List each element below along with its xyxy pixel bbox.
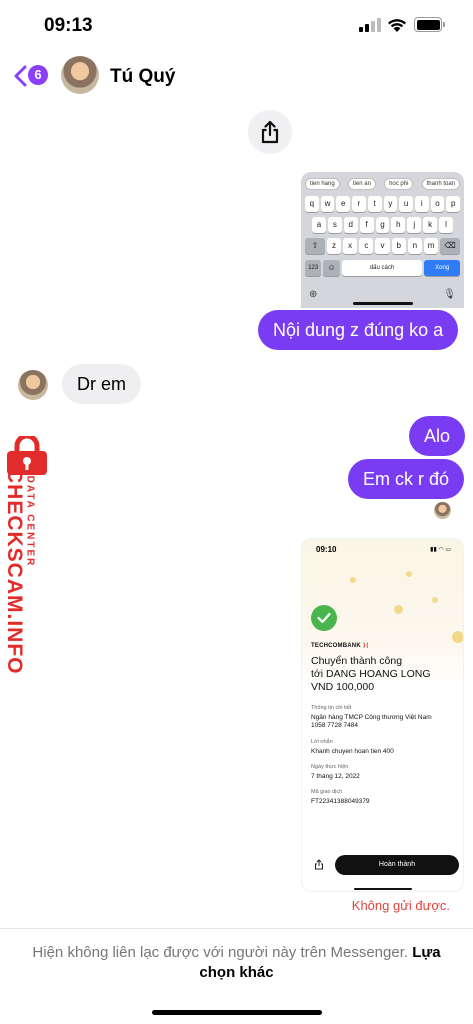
receipt-status-icons: ▮▮ ◠ ▭ — [430, 547, 451, 553]
transfer-receipt-image[interactable]: 09:10 ▮▮ ◠ ▭ TECHCOMBANK ⟩⟨ Chuyển thành … — [301, 538, 464, 892]
battery-tip — [443, 22, 445, 27]
contact-name[interactable]: Tú Quý — [110, 66, 175, 88]
key: n — [407, 238, 422, 254]
microphone-icon: 🎙 — [443, 288, 456, 300]
key: c — [359, 238, 374, 254]
watermark-title: CHECKSCAM.INFO — [3, 468, 26, 675]
outgoing-message[interactable]: Em ck r đó — [348, 459, 465, 499]
share-button[interactable] — [248, 110, 292, 154]
wifi-icon — [388, 19, 406, 32]
share-icon — [261, 120, 279, 144]
notice-text: Hiện không liên lạc được với người này t… — [32, 944, 409, 961]
keyboard-screenshot-image[interactable]: tien hang tien an hoc phi thanh toan q w… — [301, 172, 464, 308]
receipt-done-button: Hoàn thành — [335, 855, 459, 875]
unavailable-notice: Hiện không liên lạc được với người này t… — [20, 943, 453, 983]
txn-label: Mã giao dịch — [311, 789, 343, 795]
back-chevron-icon[interactable] — [12, 64, 28, 88]
suggestion-chip: thanh toan — [421, 178, 460, 190]
emoji-key-icon: ☺ — [323, 260, 340, 276]
key: g — [375, 217, 390, 233]
status-bar: 09:13 — [0, 0, 473, 50]
unread-count-badge[interactable]: 6 — [28, 65, 48, 85]
incoming-message[interactable]: Dr em — [62, 364, 141, 404]
key: z — [326, 238, 342, 254]
key: s — [327, 217, 342, 233]
key: b — [391, 238, 406, 254]
key: o — [430, 196, 445, 212]
outgoing-message[interactable]: Alo — [409, 416, 466, 456]
checkscam-watermark: DATA CENTER CHECKSCAM.INFO — [2, 436, 52, 675]
globe-icon: ⊕ — [309, 288, 318, 300]
key: i — [414, 196, 429, 212]
send-failed-status[interactable]: Không gửi được. — [352, 898, 450, 913]
receipt-share-icon — [315, 859, 323, 870]
backspace-key-icon: ⌫ — [440, 238, 461, 254]
keyboard-row-4: 123 ☺ dấu cách Xong — [305, 260, 460, 276]
key: k — [423, 217, 438, 233]
watermark-subtitle: DATA CENTER — [24, 475, 36, 568]
receipt-home-indicator — [354, 888, 412, 890]
key: t — [367, 196, 382, 212]
key: v — [375, 238, 390, 254]
key: a — [312, 217, 326, 233]
keyboard-row-2: a s d f g h j k l — [312, 217, 454, 233]
key: q — [305, 196, 319, 212]
status-time: 09:13 — [44, 15, 93, 36]
keyboard-suggestions: tien hang tien an hoc phi thanh toan — [305, 178, 460, 190]
suggestion-chip: tien an — [347, 178, 376, 190]
receipt-status-time: 09:10 — [316, 545, 337, 554]
details-label: Thông tin chi tiết — [311, 705, 352, 711]
txn-value: FT22341388049379 — [311, 798, 370, 805]
transfer-title: Chuyển thành công tới DANG HOANG LONG VN… — [311, 655, 431, 693]
message-label: Lời nhắn — [311, 739, 333, 745]
outgoing-message[interactable]: Nội dung z đúng ko a — [258, 310, 459, 350]
key: j — [407, 217, 422, 233]
key: r — [352, 196, 366, 212]
details-account: 1058 7728 7484 — [311, 722, 358, 729]
shift-key-icon: ⇧ — [305, 238, 325, 254]
date-label: Ngày thực hiện — [311, 764, 349, 770]
seen-receipt-avatar — [434, 502, 451, 519]
chat-header: 6 Tú Quý — [0, 50, 473, 104]
key: h — [391, 217, 406, 233]
key: w — [320, 196, 335, 212]
key: f — [359, 217, 374, 233]
key: e — [336, 196, 351, 212]
home-indicator[interactable] — [152, 1010, 322, 1015]
key: p — [446, 196, 461, 212]
message-value: Khanh chuyen hoan tien 400 — [311, 748, 394, 755]
details-bank: Ngân hàng TMCP Công thương Việt Nam — [311, 714, 432, 721]
key: d — [343, 217, 358, 233]
done-key: Xong — [424, 260, 460, 276]
keyboard-row-3: ⇧ z x c v b n m ⌫ — [305, 238, 461, 254]
contact-avatar[interactable] — [61, 56, 99, 94]
battery-icon — [414, 17, 442, 32]
cellular-signal-icon — [359, 18, 381, 32]
success-check-icon — [311, 605, 337, 631]
keyboard-bottom-bar: ⊕ 🎙 — [309, 286, 456, 302]
key: x — [343, 238, 358, 254]
key: y — [383, 196, 398, 212]
unavailable-footer: Hiện không liên lạc được với người này t… — [0, 928, 473, 1024]
key: l — [439, 217, 454, 233]
keyboard-home-indicator — [353, 302, 413, 305]
bank-logo: TECHCOMBANK ⟩⟨ — [311, 643, 369, 649]
keyboard-row-1: q w e r t y u i o p — [305, 196, 461, 212]
contact-avatar-small[interactable] — [18, 370, 48, 400]
space-key: dấu cách — [341, 260, 423, 276]
suggestion-chip: tien hang — [305, 178, 340, 190]
suggestion-chip: hoc phi — [384, 178, 414, 190]
key: m — [423, 238, 439, 254]
date-value: 7 tháng 12, 2022 — [311, 773, 360, 780]
numbers-key: 123 — [305, 260, 322, 276]
key: u — [399, 196, 413, 212]
